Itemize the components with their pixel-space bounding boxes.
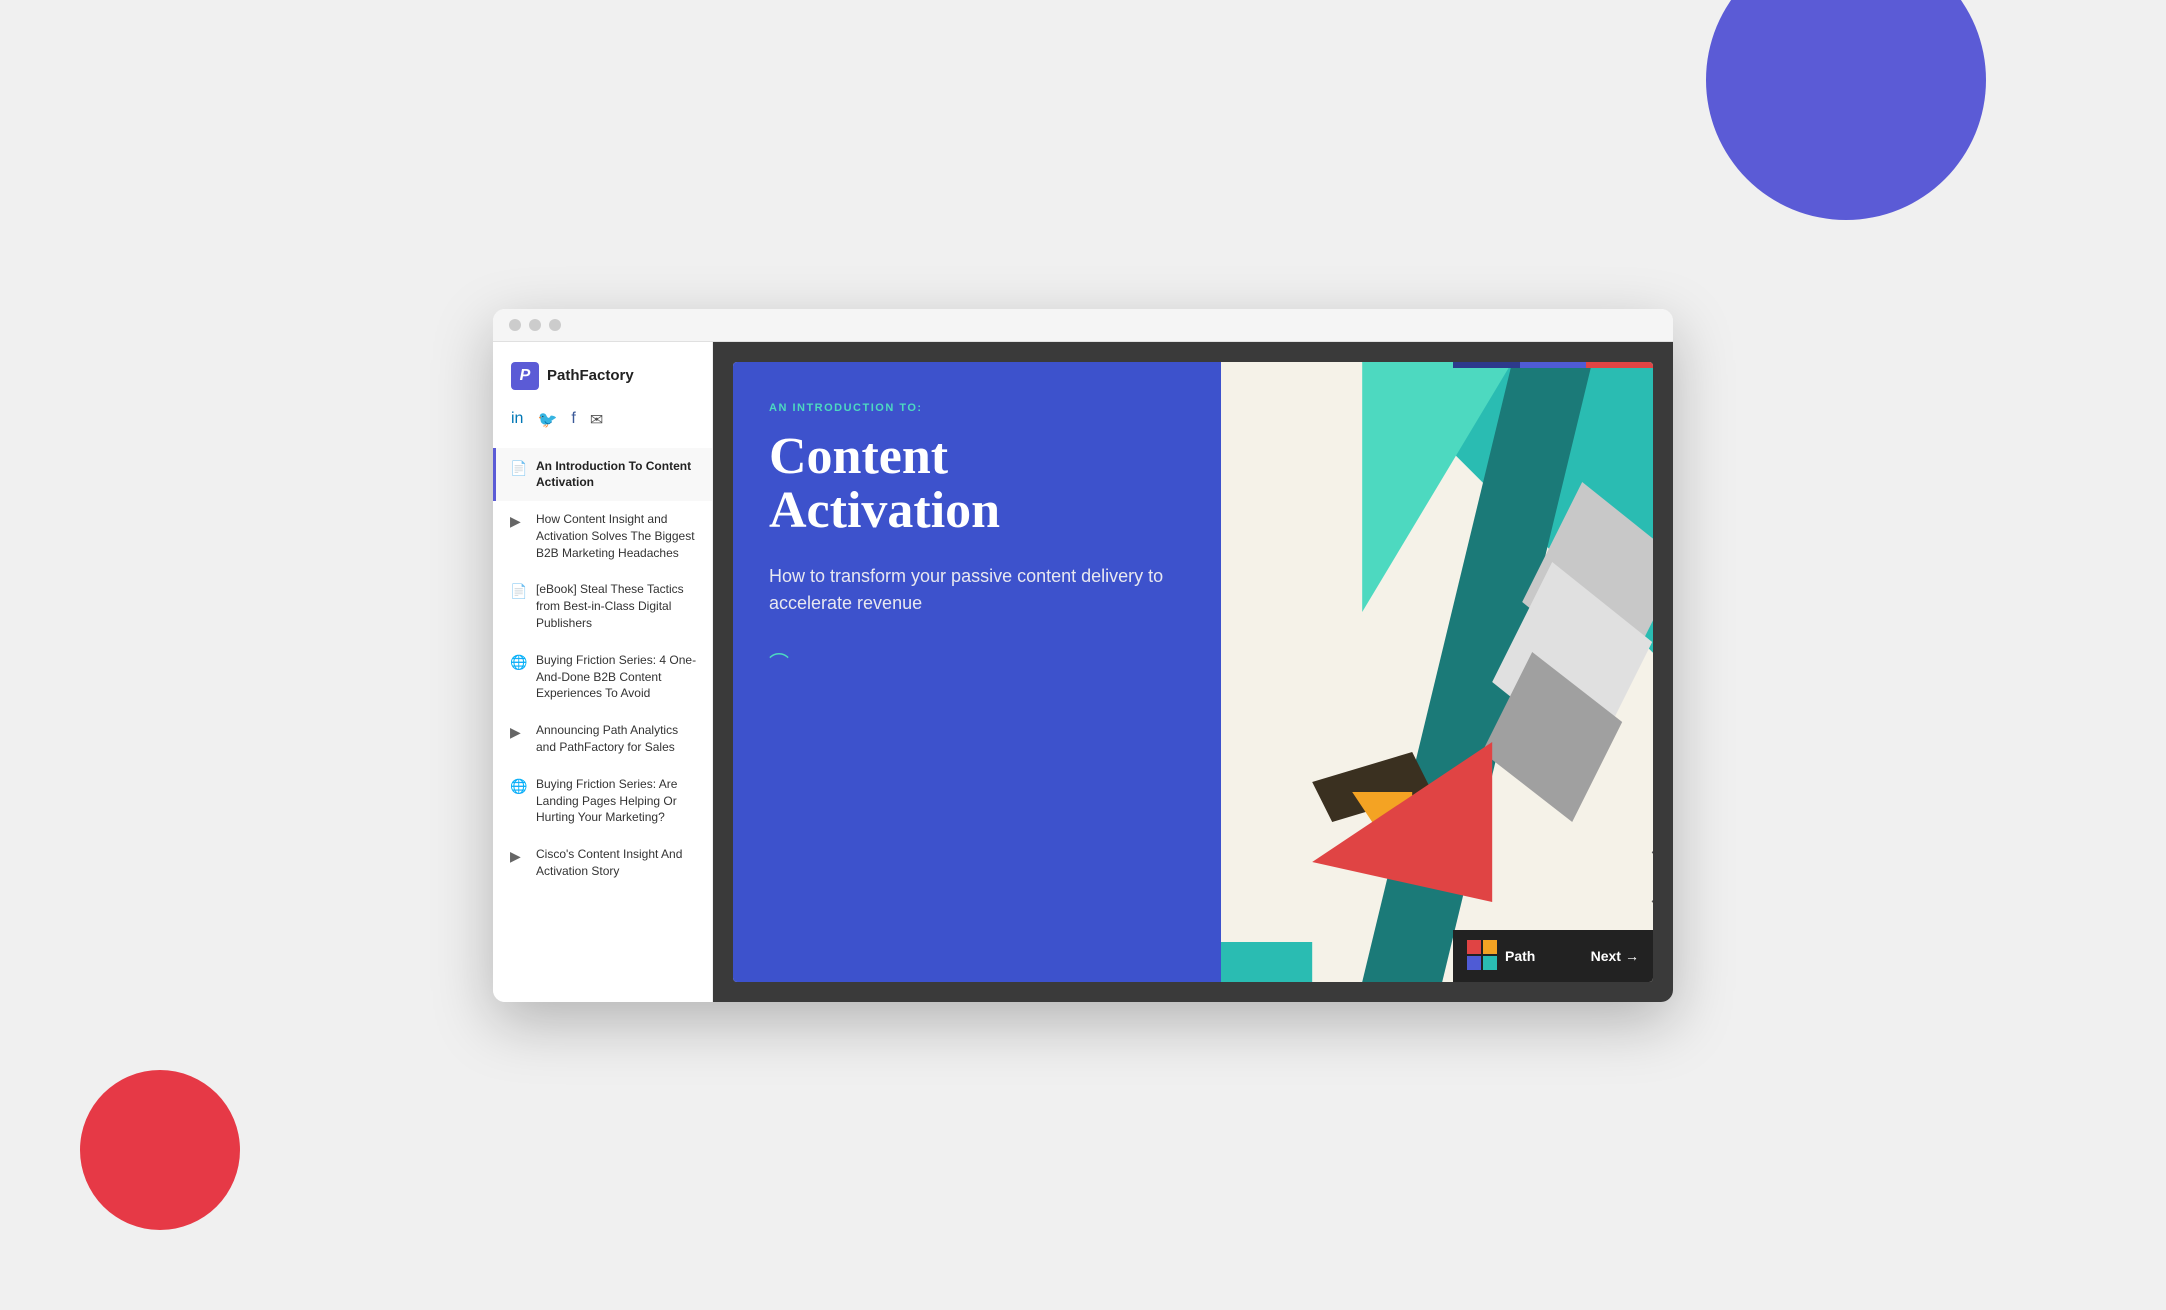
logo-text: PathFactory — [547, 367, 634, 384]
next-label: Next — [1591, 948, 1621, 964]
pdf-icon-1: 📄 — [510, 460, 526, 477]
slide-subtitle: How to transform your passive content de… — [769, 563, 1185, 617]
geometric-composition — [1221, 362, 1653, 982]
globe-icon-4: 🌐 — [510, 654, 526, 671]
logo-area: P PathFactory — [493, 342, 712, 406]
next-button[interactable]: Next → — [1591, 948, 1639, 964]
color-bar-navy — [1453, 362, 1520, 368]
sidebar-item-7[interactable]: ▶ Cisco's Content Insight And Activation… — [493, 836, 712, 890]
sidebar-item-6[interactable]: 🌐 Buying Friction Series: Are Landing Pa… — [493, 766, 712, 836]
twitter-icon[interactable]: 🐦 — [537, 410, 557, 430]
slide-title: Content Activation — [769, 430, 1185, 539]
play-icon-2: ▶ — [510, 513, 526, 530]
slide-right-panel: Path Next → — [1221, 362, 1653, 982]
sidebar-item-text-6: Buying Friction Series: Are Landing Page… — [536, 776, 698, 826]
color-bar-blue — [1520, 362, 1587, 368]
play-icon-7: ▶ — [510, 848, 526, 865]
teal-bottom-strip — [1221, 942, 1312, 982]
pf-logo-label: Path — [1505, 948, 1535, 964]
main-content: P PathFactory in 🐦 f ✉ 📄 An Introduction… — [493, 342, 1673, 1002]
window-dot-minimize[interactable] — [529, 319, 541, 331]
sidebar-item-2[interactable]: ▶ How Content Insight and Activation Sol… — [493, 501, 712, 571]
window-dot-close[interactable] — [509, 319, 521, 331]
logo-letter: P — [520, 367, 531, 385]
sidebar-item-text-3: [eBook] Steal These Tactics from Best-in… — [536, 581, 698, 631]
globe-icon-6: 🌐 — [510, 778, 526, 795]
pf-logo-small: Path — [1467, 940, 1535, 972]
facebook-icon[interactable]: f — [571, 410, 575, 430]
window-dot-maximize[interactable] — [549, 319, 561, 331]
pathfactory-logo-icon — [1467, 940, 1499, 972]
sidebar-item-text-2: How Content Insight and Activation Solve… — [536, 511, 698, 561]
browser-window: P PathFactory in 🐦 f ✉ 📄 An Introduction… — [493, 309, 1673, 1002]
slide-title-line2: Activation — [769, 482, 1000, 539]
sidebar-item-text-4: Buying Friction Series: 4 One-And-Done B… — [536, 652, 698, 702]
slide-title-line1: Content — [769, 428, 948, 485]
slide-content: AN INTRODUCTION TO: Content Activation H… — [733, 362, 1653, 982]
slide-intro-label: AN INTRODUCTION TO: — [769, 402, 1185, 414]
sidebar-item-text-5: Announcing Path Analytics and PathFactor… — [536, 722, 698, 756]
email-icon[interactable]: ✉ — [590, 410, 603, 430]
social-icons-bar: in 🐦 f ✉ — [493, 406, 712, 448]
title-bar — [493, 309, 1673, 342]
logo-icon: P — [511, 362, 539, 390]
slide-arrow-decoration: ⌒ — [769, 647, 1185, 676]
play-icon-5: ▶ — [510, 724, 526, 741]
content-preview-area: AN INTRODUCTION TO: Content Activation H… — [713, 342, 1673, 1002]
bg-circle-red — [80, 1070, 240, 1230]
next-arrow-icon: → — [1625, 948, 1639, 964]
linkedin-icon[interactable]: in — [511, 410, 523, 430]
sidebar-item-4[interactable]: 🌐 Buying Friction Series: 4 One-And-Done… — [493, 642, 712, 712]
sidebar-item-3[interactable]: 📄 [eBook] Steal These Tactics from Best-… — [493, 571, 712, 641]
sidebar-item-5[interactable]: ▶ Announcing Path Analytics and PathFact… — [493, 712, 712, 766]
sidebar: P PathFactory in 🐦 f ✉ 📄 An Introduction… — [493, 342, 713, 1002]
slide-left-panel: AN INTRODUCTION TO: Content Activation H… — [733, 362, 1221, 982]
bg-circle-blue — [1706, 0, 1986, 220]
sidebar-item-1[interactable]: 📄 An Introduction To Content Activation — [493, 448, 712, 502]
slide-bottom-bar: Path Next → — [1453, 930, 1653, 982]
top-color-bar — [1453, 362, 1653, 368]
slide-viewer: AN INTRODUCTION TO: Content Activation H… — [733, 362, 1653, 982]
sidebar-item-text-7: Cisco's Content Insight And Activation S… — [536, 846, 698, 880]
pdf-icon-3: 📄 — [510, 583, 526, 600]
curve-arrow — [1652, 852, 1653, 902]
color-bar-red — [1586, 362, 1653, 368]
sidebar-item-text-1: An Introduction To Content Activation — [536, 458, 698, 492]
